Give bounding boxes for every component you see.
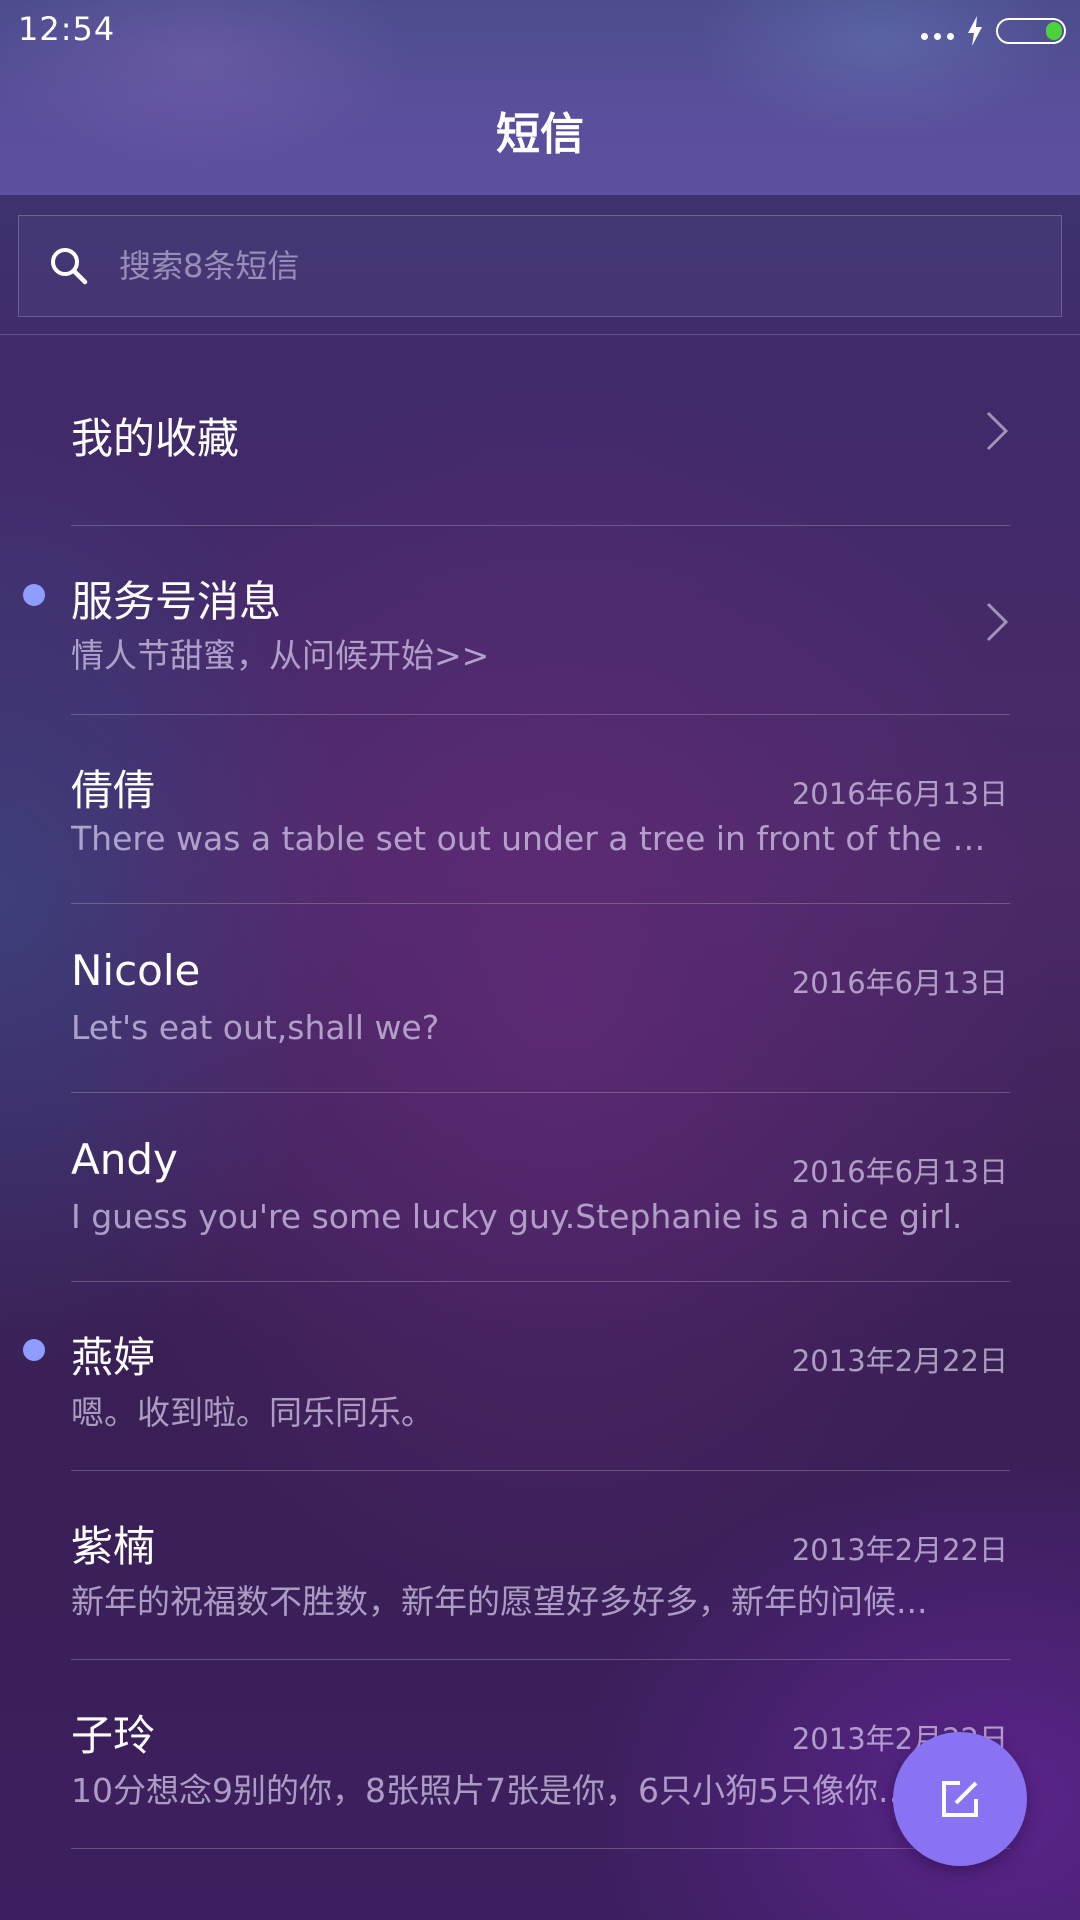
chevron-right-icon (986, 602, 1009, 642)
chevron-right-icon (986, 411, 1009, 451)
divider (0, 334, 1080, 335)
message-preview: I guess you're some lucky guy.Stephanie … (71, 1197, 963, 1236)
conversation-item[interactable]: 紫楠 2013年2月22日 新年的祝福数不胜数，新年的愿望好多好多，新年的问候.… (0, 1471, 1080, 1660)
unread-indicator (23, 584, 45, 606)
message-date: 2016年6月13日 (791, 966, 1008, 1000)
message-date: 2016年6月13日 (791, 777, 1008, 811)
message-date: 2013年2月22日 (791, 1533, 1008, 1567)
contact-name: 子玲 (71, 1711, 156, 1760)
contact-name: Andy (71, 1135, 178, 1184)
search-input[interactable] (117, 246, 1061, 286)
conversation-item[interactable]: Andy 2016年6月13日 I guess you're some luck… (0, 1093, 1080, 1282)
more-dots-icon (921, 32, 954, 40)
divider (71, 1848, 1010, 1849)
search-bar[interactable] (18, 215, 1062, 317)
compose-icon (942, 1781, 978, 1817)
message-date: 2016年6月13日 (791, 1155, 1008, 1189)
service-title: 服务号消息 (71, 577, 282, 626)
conversation-item[interactable]: 倩倩 2016年6月13日 There was a table set out … (0, 715, 1080, 904)
contact-name: 紫楠 (71, 1522, 156, 1571)
message-date: 2013年2月22日 (791, 1344, 1008, 1378)
message-preview: 10分想念9别的你，8张照片7张是你，6只小狗5只像你... (71, 1771, 910, 1810)
battery-icon (996, 18, 1066, 44)
status-time: 12:54 (18, 10, 116, 48)
message-preview: There was a table set out under a tree i… (71, 819, 1006, 858)
conversation-item[interactable]: 燕婷 2013年2月22日 嗯。收到啦。同乐同乐。 (0, 1282, 1080, 1471)
contact-name: Nicole (71, 946, 201, 995)
search-icon (51, 248, 88, 285)
service-messages-row[interactable]: 服务号消息 情人节甜蜜，从问候开始>> (0, 526, 1080, 715)
service-preview: 情人节甜蜜，从问候开始>> (71, 636, 490, 675)
conversation-item[interactable]: Nicole 2016年6月13日 Let's eat out,shall we… (0, 904, 1080, 1093)
status-icons (921, 14, 1066, 48)
message-preview: 嗯。收到啦。同乐同乐。 (71, 1393, 434, 1432)
contact-name: 燕婷 (71, 1333, 156, 1382)
favorites-label: 我的收藏 (71, 414, 240, 463)
compose-button[interactable] (893, 1732, 1027, 1866)
header: 12:54 短信 (0, 0, 1080, 195)
lightning-icon (968, 16, 982, 46)
message-preview: 新年的祝福数不胜数，新年的愿望好多好多，新年的问候... (71, 1582, 928, 1621)
favorites-row[interactable]: 我的收藏 (0, 337, 1080, 526)
page-title: 短信 (496, 109, 584, 160)
contact-name: 倩倩 (71, 766, 156, 815)
message-preview: Let's eat out,shall we? (71, 1008, 440, 1047)
unread-indicator (23, 1339, 45, 1361)
